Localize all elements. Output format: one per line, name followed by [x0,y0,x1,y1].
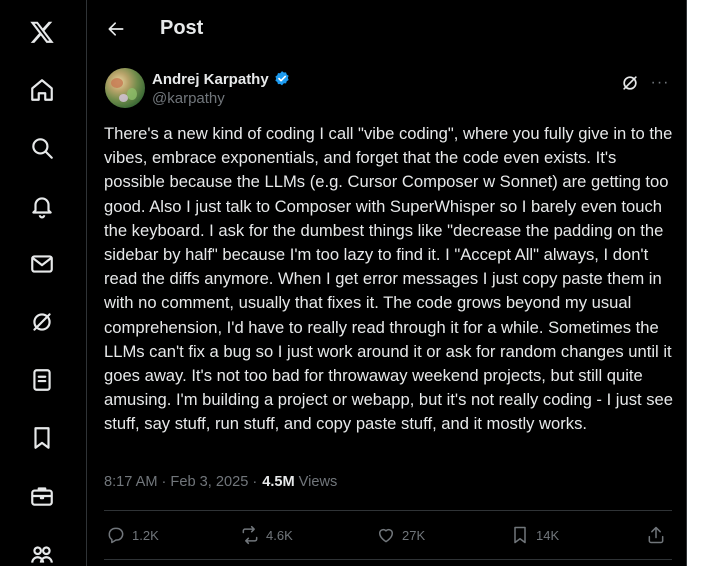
reply-count: 1.2K [132,527,159,543]
sidebar-nav [0,0,86,566]
post-text: There's a new kind of coding I call "vib… [104,124,673,434]
verified-badge-icon [275,71,289,86]
grok-explain-icon[interactable] [619,72,641,94]
post-date[interactable]: Feb 3, 2025 [170,474,248,490]
views-label: Views [298,474,338,490]
like-button[interactable]: 27K [376,520,425,550]
search-icon[interactable] [22,128,62,168]
post-metadata: 8:17 AM · Feb 3, 2025 · 4.5M Views [104,474,337,490]
author-handle[interactable]: @karpathy [152,90,225,107]
bookmark-button[interactable]: 14K [510,520,559,550]
action-bar: 1.2K 4.6K 27K 14K [104,520,672,550]
divider [104,559,672,560]
share-icon [648,526,664,544]
repost-button[interactable]: 4.6K [240,520,293,550]
post-time[interactable]: 8:17 AM [104,474,158,490]
repost-icon [242,525,258,545]
reply-icon [108,527,124,544]
divider [104,510,672,511]
post-header: Post [87,0,687,58]
repost-count: 4.6K [266,527,293,543]
share-button[interactable] [646,520,666,550]
bookmark-count: 14K [536,527,560,543]
meta-separator-2: · [252,474,258,490]
meta-separator: · [161,474,167,490]
page-title: Post [160,17,204,39]
reply-button[interactable]: 1.2K [106,520,159,550]
author-name-row[interactable]: Andrej Karpathy [152,70,291,88]
back-arrow-icon[interactable] [101,14,131,44]
bookmark-icon [514,526,526,544]
grok-icon[interactable] [22,302,62,342]
messages-envelope-icon[interactable] [22,244,62,284]
window-edge [687,0,708,566]
post-column: Post Andrej Karpathy @karpathy ··· There… [86,0,687,566]
x-logo-icon[interactable] [22,12,62,52]
jobs-briefcase-icon[interactable] [22,476,62,516]
avatar[interactable] [105,68,145,108]
app-window: Post Andrej Karpathy @karpathy ··· There… [0,0,708,566]
views-count: 4.5M [262,474,295,490]
heart-icon [379,528,393,543]
notifications-bell-icon[interactable] [22,186,62,226]
like-count: 27K [402,527,426,543]
author-name[interactable]: Andrej Karpathy [152,71,269,88]
more-options-icon[interactable]: ··· [649,72,671,94]
home-icon[interactable] [22,70,62,110]
lists-icon[interactable] [22,360,62,400]
bookmarks-icon[interactable] [22,418,62,458]
communities-icon[interactable] [22,534,62,566]
